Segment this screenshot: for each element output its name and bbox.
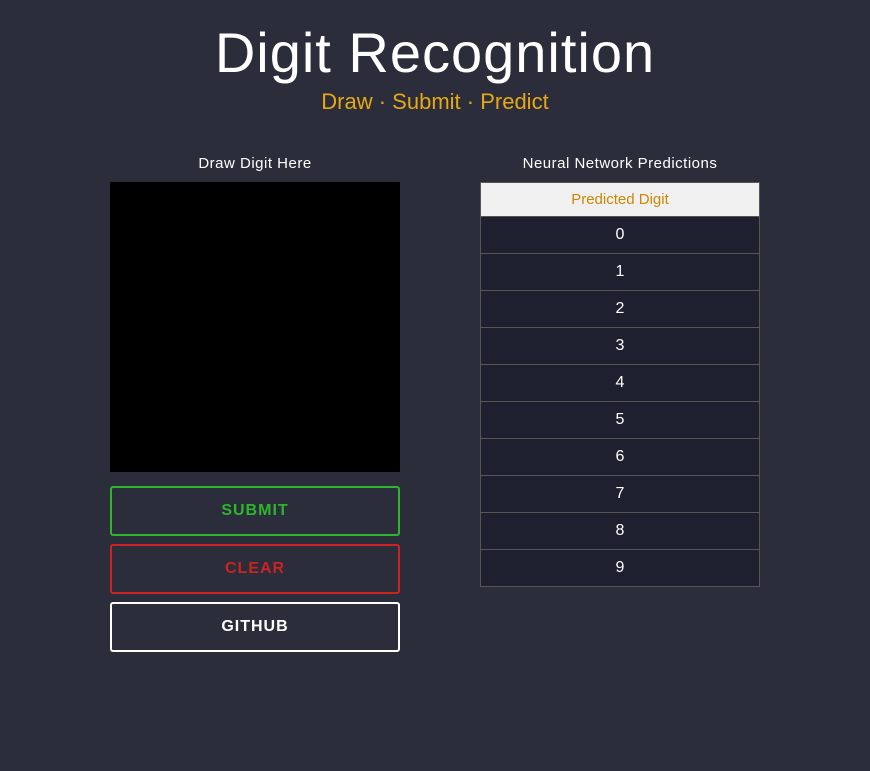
predictions-label: Neural Network Predictions — [523, 155, 718, 172]
page-title: Digit Recognition — [215, 20, 655, 85]
button-group: SUBMIT CLEAR GITHUB — [110, 486, 400, 652]
main-content: Draw Digit Here SUBMIT CLEAR GITHUB Neur… — [0, 155, 870, 652]
drawing-canvas[interactable] — [110, 182, 400, 472]
page-subtitle: Draw · Submit · Predict — [215, 89, 655, 115]
table-header: Predicted Digit — [481, 183, 760, 217]
github-button[interactable]: GITHUB — [110, 602, 400, 652]
table-row: 1 — [481, 254, 760, 291]
table-row: 6 — [481, 439, 760, 476]
table-row: 2 — [481, 291, 760, 328]
draw-panel-label: Draw Digit Here — [198, 155, 311, 172]
table-row: 8 — [481, 513, 760, 550]
digit-cell: 8 — [481, 513, 760, 550]
predictions-table: Predicted Digit 0123456789 — [480, 182, 760, 587]
digit-cell: 1 — [481, 254, 760, 291]
clear-button[interactable]: CLEAR — [110, 544, 400, 594]
digit-cell: 3 — [481, 328, 760, 365]
table-row: 4 — [481, 365, 760, 402]
digit-cell: 9 — [481, 550, 760, 587]
digit-cell: 2 — [481, 291, 760, 328]
right-panel: Neural Network Predictions Predicted Dig… — [480, 155, 760, 587]
digit-cell: 0 — [481, 217, 760, 254]
table-row: 3 — [481, 328, 760, 365]
digit-cell: 5 — [481, 402, 760, 439]
table-row: 9 — [481, 550, 760, 587]
table-row: 7 — [481, 476, 760, 513]
left-panel: Draw Digit Here SUBMIT CLEAR GITHUB — [110, 155, 400, 652]
table-row: 0 — [481, 217, 760, 254]
page-header: Digit Recognition Draw · Submit · Predic… — [215, 20, 655, 115]
digit-cell: 7 — [481, 476, 760, 513]
digit-cell: 6 — [481, 439, 760, 476]
digit-cell: 4 — [481, 365, 760, 402]
submit-button[interactable]: SUBMIT — [110, 486, 400, 536]
table-row: 5 — [481, 402, 760, 439]
